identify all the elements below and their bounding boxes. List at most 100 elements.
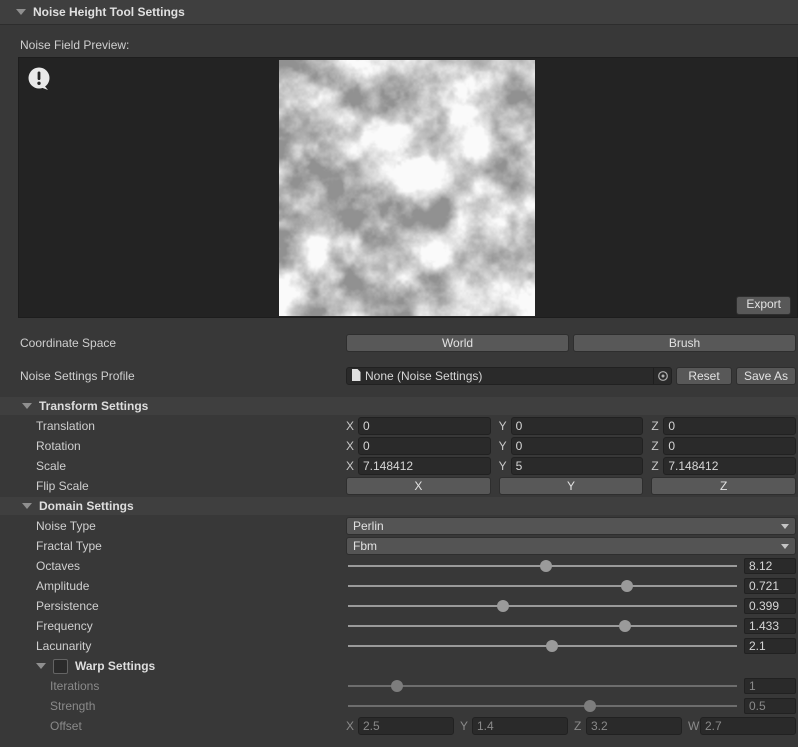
slider-knob[interactable] — [546, 640, 558, 652]
slider-knob[interactable] — [540, 560, 552, 572]
settings-header[interactable]: Noise Height Tool Settings — [0, 0, 798, 25]
flip-z-button[interactable]: Z — [651, 477, 796, 495]
noise-preview-image — [279, 60, 535, 316]
octaves-slider[interactable] — [346, 557, 739, 575]
rotation-x-field[interactable] — [358, 437, 491, 455]
save-as-button[interactable]: Save As — [736, 367, 796, 385]
brush-button[interactable]: Brush — [573, 334, 796, 352]
slider-knob[interactable] — [621, 580, 633, 592]
frequency-value-field[interactable] — [744, 618, 796, 634]
reset-button[interactable]: Reset — [676, 367, 732, 385]
amplitude-value-field[interactable] — [744, 578, 796, 594]
fractal-type-value: Fbm — [353, 539, 377, 553]
strength-label: Strength — [0, 699, 346, 713]
translation-row: Translation X Y Z — [0, 417, 796, 435]
scale-label: Scale — [0, 459, 346, 473]
slider-track[interactable] — [348, 605, 737, 607]
frequency-slider[interactable] — [346, 617, 739, 635]
scale-x-field[interactable] — [358, 457, 491, 475]
fractal-type-dropdown[interactable]: Fbm — [346, 537, 796, 555]
slider-track[interactable] — [348, 645, 737, 647]
slider-track[interactable] — [348, 585, 737, 587]
translation-label: Translation — [0, 419, 346, 433]
warp-foldout-icon[interactable] — [36, 663, 46, 669]
slider-knob — [584, 700, 596, 712]
axis-x-label: X — [346, 459, 358, 473]
warning-icon — [26, 65, 54, 96]
transform-foldout-icon[interactable] — [22, 403, 32, 409]
warp-settings-title: Warp Settings — [75, 659, 155, 673]
rotation-row: Rotation X Y Z — [0, 437, 796, 455]
axis-x-label: X — [346, 439, 358, 453]
axis-y-label: Y — [499, 419, 511, 433]
transform-settings-header[interactable]: Transform Settings — [0, 397, 798, 415]
slider-knob — [391, 680, 403, 692]
rotation-z-field[interactable] — [663, 437, 796, 455]
axis-z-label: Z — [651, 459, 663, 473]
fractal-type-row: Fractal Type Fbm — [0, 537, 796, 555]
flip-x-button[interactable]: X — [346, 477, 491, 495]
offset-z-field — [586, 717, 682, 735]
iterations-slider — [346, 677, 739, 695]
offset-y-field — [472, 717, 568, 735]
warp-settings-header: Warp Settings — [0, 657, 796, 675]
amplitude-label: Amplitude — [0, 579, 346, 593]
noise-settings-profile-label: Noise Settings Profile — [0, 369, 346, 383]
scale-row: Scale X Y Z — [0, 457, 796, 475]
export-button[interactable]: Export — [736, 296, 791, 315]
lacunarity-row: Lacunarity — [0, 637, 796, 655]
lacunarity-slider[interactable] — [346, 637, 739, 655]
dropdown-arrow-icon — [781, 524, 789, 529]
persistence-row: Persistence — [0, 597, 796, 615]
noise-preview-panel: Export — [18, 57, 798, 318]
strength-row: Strength — [0, 697, 796, 715]
flip-y-button[interactable]: Y — [499, 477, 644, 495]
header-foldout-icon[interactable] — [16, 9, 26, 15]
persistence-label: Persistence — [0, 599, 346, 613]
noise-type-value: Perlin — [353, 519, 384, 533]
rotation-label: Rotation — [0, 439, 346, 453]
lacunarity-value-field[interactable] — [744, 638, 796, 654]
slider-track — [348, 705, 737, 707]
noise-height-tool-settings-panel: Noise Height Tool Settings Noise Field P… — [0, 0, 798, 747]
asset-file-icon — [351, 369, 361, 384]
warp-enable-checkbox[interactable] — [53, 659, 68, 674]
iterations-row: Iterations — [0, 677, 796, 695]
slider-knob[interactable] — [497, 600, 509, 612]
translation-x-field[interactable] — [358, 417, 491, 435]
domain-foldout-icon[interactable] — [22, 503, 32, 509]
scale-y-field[interactable] — [511, 457, 644, 475]
persistence-value-field[interactable] — [744, 598, 796, 614]
translation-y-field[interactable] — [511, 417, 644, 435]
dropdown-arrow-icon — [781, 544, 789, 549]
persistence-slider[interactable] — [346, 597, 739, 615]
header-title: Noise Height Tool Settings — [33, 5, 185, 19]
axis-x-label: X — [346, 719, 358, 733]
axis-x-label: X — [346, 419, 358, 433]
translation-z-field[interactable] — [663, 417, 796, 435]
frequency-label: Frequency — [0, 619, 346, 633]
slider-track — [348, 685, 737, 687]
object-picker-icon[interactable] — [653, 368, 671, 384]
rotation-y-field[interactable] — [511, 437, 644, 455]
noise-settings-profile-field[interactable]: None (Noise Settings) — [346, 367, 672, 385]
domain-settings-header[interactable]: Domain Settings — [0, 497, 798, 515]
octaves-value-field[interactable] — [744, 558, 796, 574]
slider-knob[interactable] — [619, 620, 631, 632]
scale-z-field[interactable] — [663, 457, 796, 475]
axis-y-label: Y — [460, 719, 472, 733]
lacunarity-label: Lacunarity — [0, 639, 346, 653]
strength-slider — [346, 697, 739, 715]
object-field-value: None (Noise Settings) — [365, 369, 653, 383]
noise-type-dropdown[interactable]: Perlin — [346, 517, 796, 535]
octaves-label: Octaves — [0, 559, 346, 573]
world-button[interactable]: World — [346, 334, 569, 352]
iterations-value-field — [744, 678, 796, 694]
axis-w-label: W — [688, 719, 700, 733]
slider-track[interactable] — [348, 625, 737, 627]
coordinate-space-row: Coordinate Space World Brush — [0, 334, 796, 352]
amplitude-slider[interactable] — [346, 577, 739, 595]
offset-label: Offset — [0, 719, 346, 733]
noise-settings-profile-row: Noise Settings Profile None (Noise Setti… — [0, 367, 796, 385]
fractal-type-label: Fractal Type — [0, 539, 346, 553]
